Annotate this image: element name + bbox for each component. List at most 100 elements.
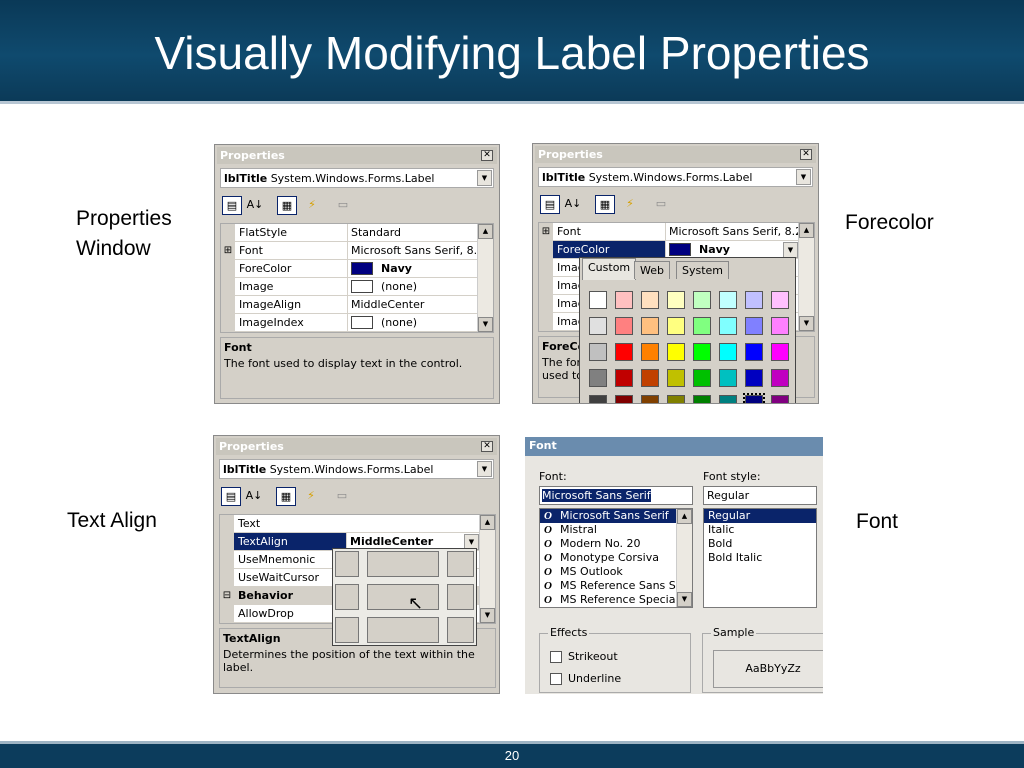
color-cell[interactable] bbox=[719, 369, 737, 387]
color-cell[interactable] bbox=[743, 393, 765, 403]
color-cell[interactable] bbox=[719, 395, 737, 403]
object-selector[interactable]: lblTitle System.Windows.Forms.Label ▼ bbox=[220, 168, 494, 188]
categorized-icon[interactable]: ▤ bbox=[221, 487, 241, 506]
properties-icon[interactable]: ▦ bbox=[277, 196, 297, 215]
align-top-center-button[interactable] bbox=[367, 551, 439, 577]
color-cell[interactable] bbox=[667, 369, 685, 387]
color-cell[interactable] bbox=[589, 395, 607, 403]
chevron-down-icon[interactable]: ▼ bbox=[783, 242, 798, 258]
color-cell[interactable] bbox=[641, 395, 659, 403]
close-icon[interactable]: ✕ bbox=[481, 441, 493, 452]
categorized-icon[interactable]: ▤ bbox=[540, 195, 560, 214]
align-top-left-button[interactable] bbox=[335, 551, 359, 577]
property-row[interactable]: ForeColor Navy bbox=[221, 260, 479, 278]
list-item[interactable]: O Monotype Corsiva bbox=[540, 551, 692, 565]
font-style-input[interactable]: Regular bbox=[703, 486, 817, 505]
list-item[interactable]: O Microsoft Sans Serif bbox=[540, 509, 692, 523]
object-selector[interactable]: lblTitle System.Windows.Forms.Label ▼ bbox=[219, 459, 494, 479]
property-row[interactable]: ImageAlign MiddleCenter bbox=[221, 296, 479, 314]
color-cell[interactable] bbox=[589, 343, 607, 361]
scroll-down-icon[interactable]: ▼ bbox=[677, 592, 692, 607]
close-icon[interactable]: ✕ bbox=[800, 149, 812, 160]
property-pages-icon[interactable]: ▭ bbox=[333, 196, 353, 215]
font-style-list[interactable]: Regular Italic Bold Bold Italic bbox=[703, 508, 817, 608]
scrollbar[interactable]: ▲ ▼ bbox=[798, 223, 814, 331]
color-cell[interactable] bbox=[771, 369, 789, 387]
property-row[interactable]: ImageIndex (none) bbox=[221, 314, 479, 332]
color-cell[interactable] bbox=[745, 317, 763, 335]
align-middle-right-button[interactable] bbox=[447, 584, 474, 610]
scrollbar[interactable]: ▲ ▼ bbox=[477, 224, 493, 332]
property-row[interactable]: Image (none) bbox=[221, 278, 479, 296]
color-cell[interactable] bbox=[693, 291, 711, 309]
color-cell[interactable] bbox=[641, 317, 659, 335]
chevron-down-icon[interactable]: ▼ bbox=[796, 169, 811, 185]
events-icon[interactable]: ⚡ bbox=[301, 487, 321, 506]
scroll-up-icon[interactable]: ▲ bbox=[799, 223, 814, 238]
alphabetical-icon[interactable]: A↓ bbox=[245, 196, 265, 215]
font-name-input[interactable]: Microsoft Sans Serif bbox=[539, 486, 693, 505]
color-cell[interactable] bbox=[615, 291, 633, 309]
property-row[interactable]: ⊞ Font Microsoft Sans Serif, 8.25 bbox=[539, 223, 799, 241]
color-cell[interactable] bbox=[745, 369, 763, 387]
underline-checkbox[interactable] bbox=[550, 673, 562, 685]
property-pages-icon[interactable]: ▭ bbox=[651, 195, 671, 214]
font-list[interactable]: O Microsoft Sans Serif O Mistral O Modern N… bbox=[539, 508, 693, 608]
color-cell[interactable] bbox=[667, 291, 685, 309]
list-item[interactable]: O MS Reference Special bbox=[540, 593, 692, 607]
chevron-down-icon[interactable]: ▼ bbox=[477, 170, 492, 186]
list-item[interactable]: O Mistral bbox=[540, 523, 692, 537]
color-cell[interactable] bbox=[771, 291, 789, 309]
expand-icon[interactable]: ⊞ bbox=[539, 223, 553, 240]
scroll-up-icon[interactable]: ▲ bbox=[677, 509, 692, 524]
scrollbar[interactable]: ▲ ▼ bbox=[676, 509, 692, 607]
tab-custom[interactable]: Custom bbox=[582, 258, 637, 280]
color-cell[interactable] bbox=[745, 343, 763, 361]
scroll-up-icon[interactable]: ▲ bbox=[480, 515, 495, 530]
color-cell[interactable] bbox=[615, 369, 633, 387]
color-cell[interactable] bbox=[719, 317, 737, 335]
object-selector[interactable]: lblTitle System.Windows.Forms.Label ▼ bbox=[538, 167, 813, 187]
color-cell[interactable] bbox=[589, 369, 607, 387]
color-cell[interactable] bbox=[719, 291, 737, 309]
strikeout-checkbox[interactable] bbox=[550, 651, 562, 663]
color-cell[interactable] bbox=[615, 317, 633, 335]
scroll-down-icon[interactable]: ▼ bbox=[480, 608, 495, 623]
scroll-down-icon[interactable]: ▼ bbox=[799, 316, 814, 331]
color-cell[interactable] bbox=[641, 291, 659, 309]
color-cell[interactable] bbox=[589, 291, 607, 309]
color-cell[interactable] bbox=[641, 343, 659, 361]
alphabetical-icon[interactable]: A↓ bbox=[563, 195, 583, 214]
list-item[interactable]: Italic bbox=[704, 523, 816, 537]
expand-icon[interactable]: ⊞ bbox=[221, 242, 235, 259]
color-cell[interactable] bbox=[693, 343, 711, 361]
categorized-icon[interactable]: ▤ bbox=[222, 196, 242, 215]
color-cell[interactable] bbox=[693, 317, 711, 335]
tab-web[interactable]: Web bbox=[634, 261, 670, 279]
color-cell[interactable] bbox=[771, 343, 789, 361]
properties-icon[interactable]: ▦ bbox=[276, 487, 296, 506]
list-item[interactable]: O MS Outlook bbox=[540, 565, 692, 579]
color-cell[interactable] bbox=[667, 395, 685, 403]
property-pages-icon[interactable]: ▭ bbox=[332, 487, 352, 506]
list-item[interactable]: Regular bbox=[704, 509, 816, 523]
properties-icon[interactable]: ▦ bbox=[595, 195, 615, 214]
collapse-icon[interactable]: ⊟ bbox=[220, 587, 234, 604]
color-cell[interactable] bbox=[771, 395, 789, 403]
events-icon[interactable]: ⚡ bbox=[620, 195, 640, 214]
list-item[interactable]: Bold Italic bbox=[704, 551, 816, 565]
align-bottom-center-button[interactable] bbox=[367, 617, 439, 643]
align-top-right-button[interactable] bbox=[447, 551, 474, 577]
list-item[interactable]: O Modern No. 20 bbox=[540, 537, 692, 551]
color-cell[interactable] bbox=[641, 369, 659, 387]
align-bottom-left-button[interactable] bbox=[335, 617, 359, 643]
color-cell[interactable] bbox=[771, 317, 789, 335]
color-cell[interactable] bbox=[667, 317, 685, 335]
property-row[interactable]: FlatStyle Standard bbox=[221, 224, 479, 242]
color-cell[interactable] bbox=[615, 343, 633, 361]
color-cell[interactable] bbox=[719, 343, 737, 361]
tab-system[interactable]: System bbox=[676, 261, 730, 279]
close-icon[interactable]: ✕ bbox=[481, 150, 493, 161]
align-middle-center-button[interactable] bbox=[367, 584, 439, 610]
chevron-down-icon[interactable]: ▼ bbox=[477, 461, 492, 477]
